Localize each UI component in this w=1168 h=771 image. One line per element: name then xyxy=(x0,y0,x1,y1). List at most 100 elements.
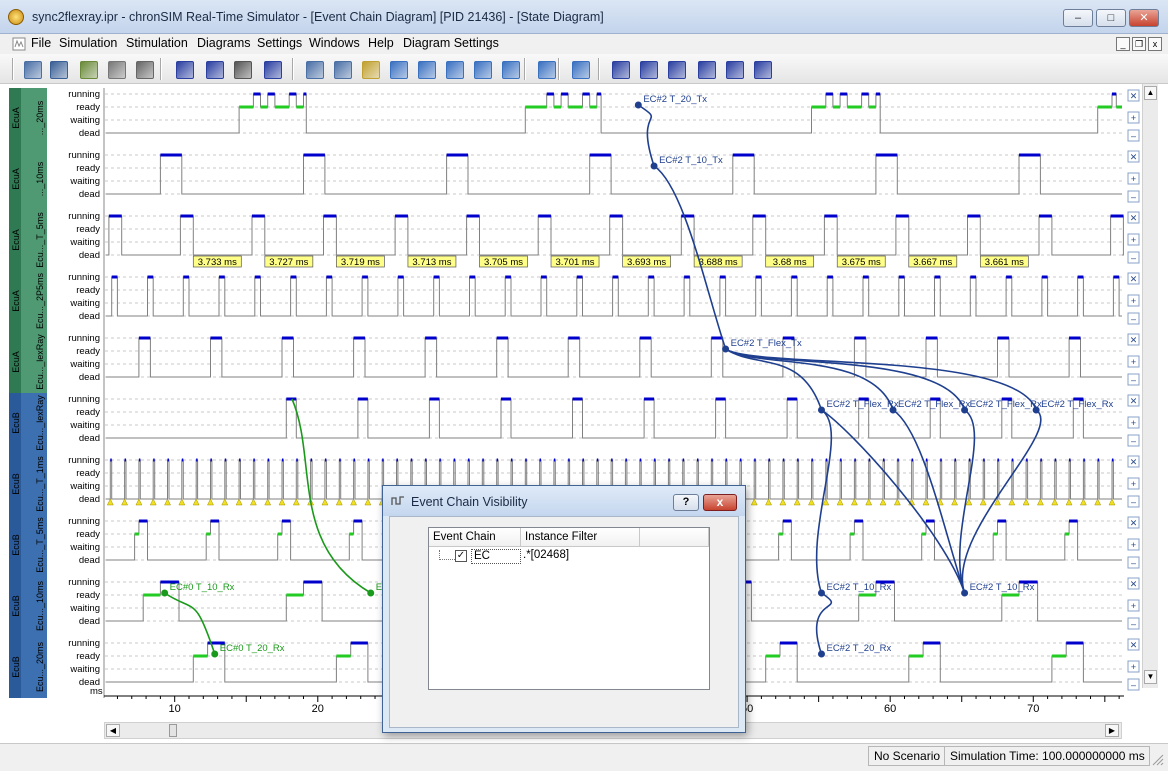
instance-filter-value[interactable]: .*[02468] xyxy=(523,549,569,561)
activation-marker xyxy=(364,498,372,506)
state-label-ready: ready xyxy=(76,285,100,296)
stack-button[interactable] xyxy=(664,57,688,81)
activation-marker xyxy=(249,498,257,506)
activation-marker xyxy=(121,498,129,506)
eye-button[interactable] xyxy=(568,57,592,81)
menu-windows[interactable]: Windows xyxy=(309,36,360,50)
boxplot-button[interactable] xyxy=(414,57,438,81)
waveform-button[interactable] xyxy=(534,57,558,81)
state-label-dead: dead xyxy=(79,311,100,322)
state-label-running: running xyxy=(68,333,100,344)
toolbar-separator xyxy=(160,58,162,80)
menu-help[interactable]: Help xyxy=(368,36,394,50)
step-button[interactable] xyxy=(202,57,226,81)
state-label-ready: ready xyxy=(76,346,100,357)
mdi-minimize-button[interactable]: _ xyxy=(1116,37,1130,51)
activation-marker xyxy=(750,498,758,506)
resize-grip-icon[interactable] xyxy=(1152,754,1164,766)
chain-diagram-button[interactable] xyxy=(358,57,382,81)
period-tag-label: 3.705 ms xyxy=(484,257,523,268)
histogram-icon xyxy=(390,61,408,79)
app-icon[interactable] xyxy=(8,9,24,25)
mdi-close-button[interactable]: x xyxy=(1148,37,1162,51)
menu-diagrams[interactable]: Diagrams xyxy=(197,36,251,50)
settings-check-button[interactable] xyxy=(76,57,100,81)
waveform-icon xyxy=(538,61,556,79)
text-diagram-button[interactable] xyxy=(330,57,354,81)
stop-button[interactable] xyxy=(260,57,284,81)
state-label-waiting: waiting xyxy=(69,542,100,553)
activation-marker xyxy=(1065,498,1073,506)
state-diagram-button[interactable] xyxy=(302,57,326,81)
activation-marker xyxy=(292,498,300,506)
pause-button[interactable] xyxy=(230,57,254,81)
activation-marker xyxy=(335,498,343,506)
activation-marker xyxy=(321,498,329,506)
open-project-button[interactable] xyxy=(20,57,44,81)
scroll-down-arrow-icon[interactable]: ▼ xyxy=(1144,670,1157,684)
event-chain-icon xyxy=(391,496,404,505)
event-chain-checkbox[interactable]: ✓ xyxy=(455,550,467,562)
maximize-button[interactable]: □ xyxy=(1096,9,1126,27)
menu-settings[interactable]: Settings xyxy=(257,36,302,50)
dialog-close-button[interactable]: x xyxy=(703,494,737,511)
zoom-out-button[interactable] xyxy=(722,57,746,81)
curve-button[interactable] xyxy=(442,57,466,81)
minimize-button[interactable]: – xyxy=(1063,9,1093,27)
zoom-in-icon xyxy=(698,61,716,79)
dialog-title-bar[interactable]: Event Chain Visibility ? x xyxy=(383,486,745,516)
print-button[interactable] xyxy=(132,57,156,81)
col-instance-filter[interactable]: Instance Filter xyxy=(521,528,640,547)
state-label-dead: dead xyxy=(79,494,100,505)
menu-bar: File Simulation Stimulation Diagrams Set… xyxy=(0,34,1168,54)
menu-stimulation[interactable]: Stimulation xyxy=(126,36,188,50)
histogram-button[interactable] xyxy=(386,57,410,81)
state-label-waiting: waiting xyxy=(69,115,100,126)
scroll-thumb[interactable] xyxy=(169,724,177,737)
remove-row-button[interactable] xyxy=(636,57,660,81)
toolbar-separator xyxy=(292,58,294,80)
task-label: Ecu..._20ms xyxy=(35,641,45,692)
task-label: ..._10ms xyxy=(35,161,45,196)
zoom-in-button[interactable] xyxy=(694,57,718,81)
add-row-button[interactable] xyxy=(608,57,632,81)
chain-diagram-icon xyxy=(362,61,380,79)
activation-marker xyxy=(1037,498,1044,506)
activation-marker xyxy=(1008,498,1016,506)
run-fast-button[interactable] xyxy=(172,57,196,81)
mdi-restore-button[interactable]: ❐ xyxy=(1132,37,1146,51)
report-button[interactable] xyxy=(104,57,128,81)
add-row-icon xyxy=(612,61,630,79)
period-tag-label: 3.713 ms xyxy=(412,257,451,268)
simulation-time-status: Simulation Time: 100.000000000 ms xyxy=(944,746,1150,766)
state-label-ready: ready xyxy=(76,163,100,174)
scroll-left-arrow-icon[interactable]: ◀ xyxy=(106,724,120,737)
dialog-help-button[interactable]: ? xyxy=(673,494,699,511)
row-close-icon-glyph: ✕ xyxy=(1130,579,1138,589)
period-tag-label: 3.701 ms xyxy=(555,257,594,268)
menu-button[interactable] xyxy=(750,57,774,81)
timeline-icon xyxy=(474,61,492,79)
timeline-button[interactable] xyxy=(470,57,494,81)
save-tvc-button[interactable] xyxy=(46,57,70,81)
menu-simulation[interactable]: Simulation xyxy=(59,36,117,50)
vertical-scrollbar[interactable]: ▲ ▼ xyxy=(1142,84,1158,688)
scroll-right-arrow-icon[interactable]: ▶ xyxy=(1105,724,1119,737)
menu-file[interactable]: File xyxy=(31,36,51,50)
close-button[interactable]: ✕ xyxy=(1129,9,1159,27)
state-label-waiting: waiting xyxy=(69,359,100,370)
print-icon xyxy=(136,61,154,79)
task-label: Ecu..._lexRay xyxy=(35,334,45,390)
document-icon[interactable] xyxy=(12,37,26,51)
event-chain-name[interactable]: EC xyxy=(471,549,521,564)
event-chain-label: EC#0 T_10_Rx xyxy=(170,582,235,593)
menu-diagram-settings[interactable]: Diagram Settings xyxy=(403,36,499,50)
col-event-chain[interactable]: Event Chain xyxy=(429,528,521,547)
activation-marker xyxy=(264,498,272,506)
row-close-icon-glyph: ✕ xyxy=(1130,152,1138,162)
activation-marker xyxy=(178,498,186,506)
scroll-up-arrow-icon[interactable]: ▲ xyxy=(1144,86,1157,100)
event-chain-grid[interactable]: Event Chain Instance Filter ✓ EC .*[0246… xyxy=(428,527,710,690)
state-label-waiting: waiting xyxy=(69,420,100,431)
bracket-button[interactable] xyxy=(498,57,522,81)
